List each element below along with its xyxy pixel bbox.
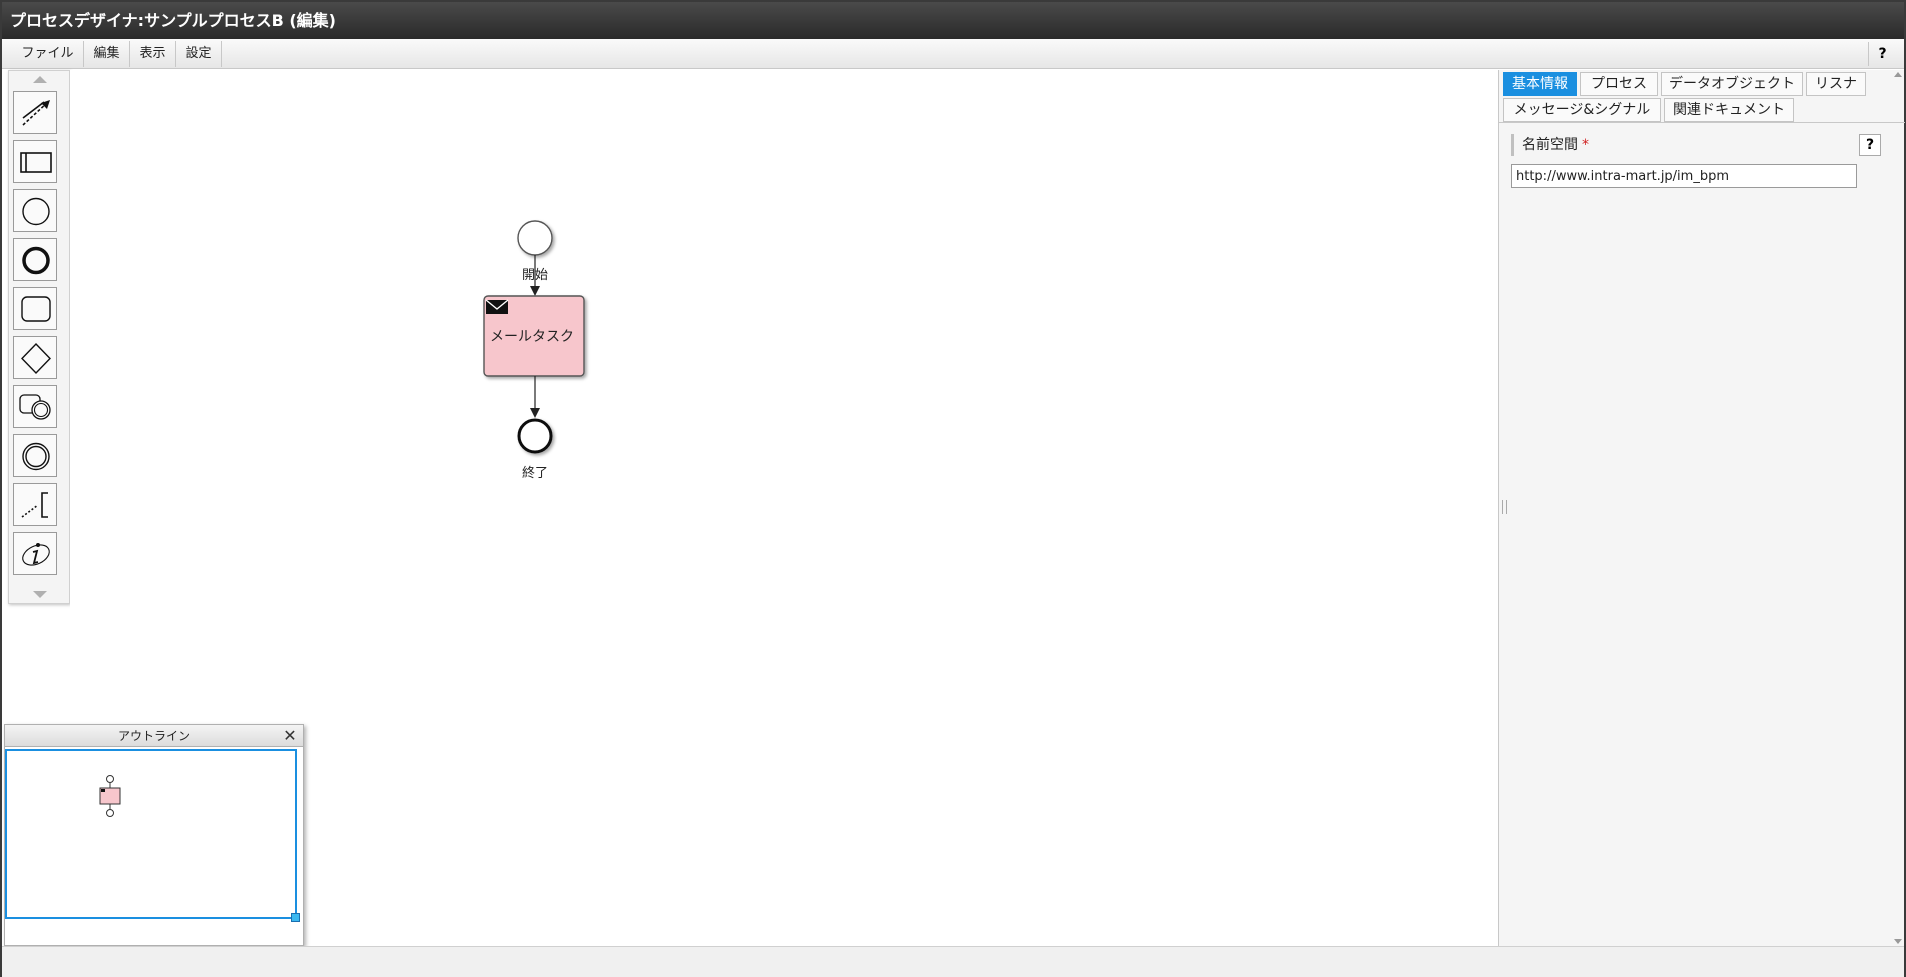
info-icon [22, 543, 50, 566]
menu-view[interactable]: 表示 [130, 41, 176, 67]
tab-listener[interactable]: リスナ [1806, 72, 1866, 96]
start-event[interactable] [517, 220, 553, 256]
menu-bar: ファイル 編集 表示 設定 ? [2, 39, 1904, 69]
namespace-help-button[interactable]: ? [1859, 134, 1881, 156]
outline-minimap [99, 775, 121, 817]
tab-data-object[interactable]: データオブジェクト [1661, 72, 1803, 96]
tabs-divider [1499, 122, 1905, 123]
annotation-tool[interactable] [13, 483, 57, 526]
gateway-tool[interactable] [13, 336, 57, 379]
gateway-icon [21, 342, 51, 375]
mail-task-label: メールタスク [490, 329, 574, 345]
help-button[interactable]: ? [1868, 42, 1896, 66]
outline-panel: アウトライン ✕ [4, 724, 304, 946]
subprocess-icon [19, 394, 51, 420]
start-event-label: 開始 [521, 268, 548, 283]
subprocess-tool[interactable] [13, 385, 57, 428]
sequence-flow-tool[interactable] [13, 91, 57, 134]
info-tool[interactable] [13, 532, 57, 575]
props-scroll-up-icon[interactable] [1894, 72, 1902, 77]
status-bar [2, 946, 1904, 977]
intermediate-event-icon [22, 442, 50, 471]
pool-lane-icon [20, 152, 52, 173]
panel-splitter-handle[interactable] [1502, 500, 1507, 514]
tool-palette [8, 70, 70, 604]
properties-panel: 基本情報 プロセス データオブジェクト リスナ メッセージ&シグナル 関連ドキュ… [1498, 70, 1905, 946]
pool-lane-tool[interactable] [13, 140, 57, 183]
namespace-input[interactable] [1511, 164, 1857, 188]
end-event-icon [22, 246, 50, 275]
end-event-tool[interactable] [13, 238, 57, 281]
namespace-label: 名前空間 * [1511, 134, 1589, 156]
start-event-icon [22, 197, 50, 226]
outline-resize-handle[interactable] [291, 913, 300, 922]
end-event-label: 終了 [521, 466, 548, 481]
tab-message-signal[interactable]: メッセージ&シグナル [1503, 98, 1661, 122]
start-event-tool[interactable] [13, 189, 57, 232]
outline-viewport[interactable] [5, 749, 297, 919]
palette-scroll-down-icon[interactable] [33, 591, 47, 598]
outline-title: アウトライン [5, 725, 303, 747]
namespace-label-text: 名前空間 [1522, 137, 1578, 153]
palette-scroll-up-icon[interactable] [33, 76, 47, 83]
menu-edit[interactable]: 編集 [84, 41, 130, 67]
envelope-icon [485, 299, 509, 314]
intermediate-event-tool[interactable] [13, 434, 57, 477]
task-tool[interactable] [13, 287, 57, 330]
required-mark: * [1582, 137, 1589, 153]
task-icon [21, 296, 51, 322]
tab-related-documents[interactable]: 関連ドキュメント [1664, 98, 1794, 122]
outline-close-icon[interactable]: ✕ [281, 726, 299, 746]
sequence-flow-icon [22, 100, 50, 126]
annotation-icon [21, 492, 48, 518]
tab-process[interactable]: プロセス [1580, 72, 1658, 96]
end-event[interactable] [517, 418, 553, 454]
tab-basic-info[interactable]: 基本情報 [1503, 72, 1577, 96]
process-designer-window: プロセスデザイナ:サンプルプロセスB (編集) ファイル 編集 表示 設定 ? [0, 0, 1906, 977]
menu-settings[interactable]: 設定 [176, 41, 222, 67]
menu-file[interactable]: ファイル [12, 41, 84, 67]
props-scroll-down-icon[interactable] [1894, 939, 1902, 944]
window-title: プロセスデザイナ:サンプルプロセスB (編集) [2, 2, 1904, 39]
